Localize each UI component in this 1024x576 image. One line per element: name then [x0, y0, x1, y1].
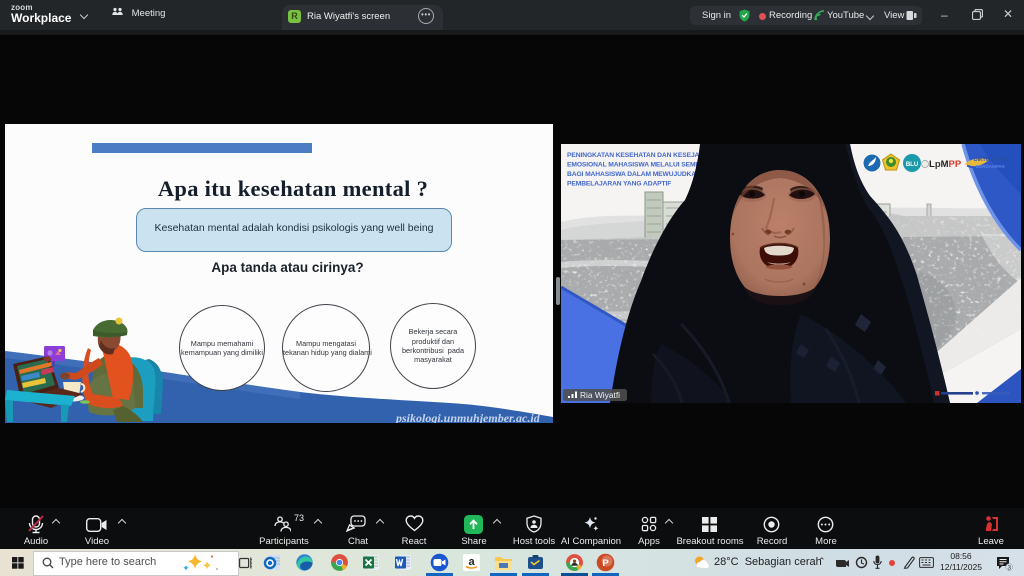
svg-text:BERDAMPAK: BERDAMPAK — [976, 164, 1006, 169]
svg-text:PEMBELAJARAN YANG ADAPTIF: PEMBELAJARAN YANG ADAPTIF — [567, 181, 671, 188]
svg-text:LpMPP: LpMPP — [929, 159, 962, 170]
svg-text:3: 3 — [1007, 564, 1011, 571]
svg-text:a: a — [468, 556, 475, 568]
svg-text:DIKTISAINTEK: DIKTISAINTEK — [974, 157, 1009, 163]
svg-text:Ria Wiyatfi: Ria Wiyatfi — [580, 390, 620, 400]
svg-text:P: P — [602, 558, 609, 569]
svg-text:BLU: BLU — [906, 162, 918, 168]
